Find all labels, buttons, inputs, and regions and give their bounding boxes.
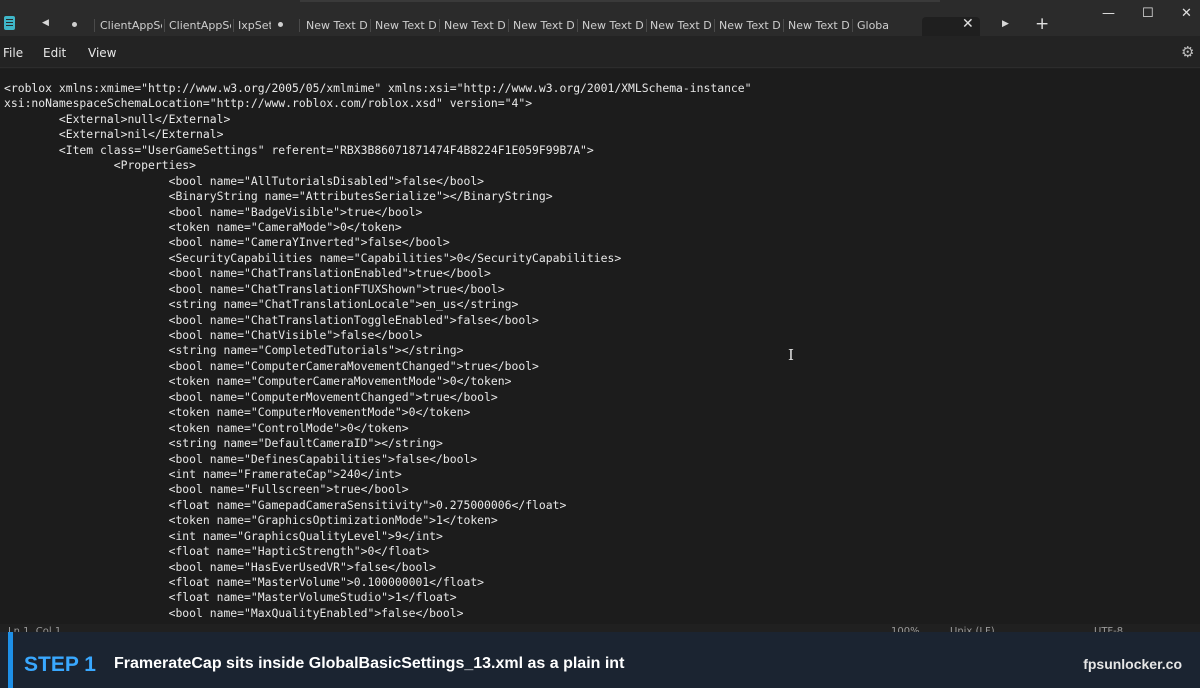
tab-clientappsettings-2[interactable]: ClientAppSe xyxy=(169,17,231,35)
maximize-icon[interactable]: ☐ xyxy=(1142,6,1154,22)
tab-new-text-document-9[interactable]: Globa xyxy=(857,17,919,35)
code-line[interactable]: <bool name="AllTutorialsDisabled">false<… xyxy=(4,174,752,189)
code-line[interactable]: <int name="GraphicsQualityLevel">9</int> xyxy=(4,529,752,544)
code-line[interactable]: <bool name="MaxQualityEnabled">false</bo… xyxy=(4,606,752,621)
code-line[interactable]: <bool name="ChatTranslationToggleEnabled… xyxy=(4,313,752,328)
caption-text: FramerateCap sits inside GlobalBasicSett… xyxy=(114,655,625,672)
notepad-app-icon xyxy=(4,16,15,30)
code-line[interactable]: <token name="ComputerMovementMode">0</to… xyxy=(4,405,752,420)
code-line[interactable]: <bool name="CameraYInverted">false</bool… xyxy=(4,235,752,250)
menu-bar: File Edit View xyxy=(0,36,1200,68)
code-line[interactable]: <token name="GraphicsOptimizationMode">1… xyxy=(4,513,752,528)
tab-new-text-document-6[interactable]: New Text Do xyxy=(650,17,712,35)
brand-label: fpsunlocker.co xyxy=(1083,656,1182,672)
text-cursor-icon: I xyxy=(788,346,794,364)
code-line[interactable]: <string name="ChatTranslationLocale">en_… xyxy=(4,297,752,312)
document-text[interactable]: <roblox xmlns:xmime="http://www.w3.org/2… xyxy=(4,81,752,621)
code-line[interactable]: <int name="FramerateCap">240</int> xyxy=(4,467,752,482)
gear-icon[interactable]: ⚙ xyxy=(1181,44,1194,60)
code-line[interactable]: <External>null</External> xyxy=(4,112,752,127)
code-line[interactable]: <float name="HapticStrength">0</float> xyxy=(4,544,752,559)
tab-unsaved-dot-icon xyxy=(278,22,283,27)
title-bar: ◀ ClientAppSe ClientAppSe IxpSett New Te… xyxy=(0,0,1200,36)
scroll-tabs-left-icon[interactable]: ◀ xyxy=(42,16,49,30)
tab-new-text-document-1[interactable]: New Text Do xyxy=(306,17,368,35)
code-line[interactable]: <bool name="ChatTranslationFTUXShown">tr… xyxy=(4,282,752,297)
code-line[interactable]: <Item class="UserGameSettings" referent=… xyxy=(4,143,752,158)
tab-separator xyxy=(233,19,234,32)
code-line[interactable]: <SecurityCapabilities name="Capabilities… xyxy=(4,251,752,266)
menu-view[interactable]: View xyxy=(88,45,116,61)
code-line[interactable]: <token name="ControlMode">0</token> xyxy=(4,421,752,436)
text-editor[interactable]: <roblox xmlns:xmime="http://www.w3.org/2… xyxy=(0,69,1200,624)
tab-new-text-document-2[interactable]: New Text Do xyxy=(375,17,437,35)
tab-ixpsettings[interactable]: IxpSett xyxy=(238,17,271,35)
tab-new-text-document-4[interactable]: New Text Do xyxy=(513,17,575,35)
tab-separator xyxy=(714,19,715,32)
code-line[interactable]: xsi:noNamespaceSchemaLocation="http://ww… xyxy=(4,96,752,111)
code-line[interactable]: <External>nil</External> xyxy=(4,127,752,142)
new-tab-button[interactable]: + xyxy=(1035,14,1049,34)
tab-separator xyxy=(439,19,440,32)
code-line[interactable]: <token name="CameraMode">0</token> xyxy=(4,220,752,235)
tab-new-text-document-8[interactable]: New Text Do xyxy=(788,17,850,35)
code-line[interactable]: <bool name="Fullscreen">true</bool> xyxy=(4,482,752,497)
code-line[interactable]: <string name="DefaultCameraID"></string> xyxy=(4,436,752,451)
code-line[interactable]: <bool name="ChatVisible">false</bool> xyxy=(4,328,752,343)
tab-clientappsettings-1[interactable]: ClientAppSe xyxy=(100,17,162,35)
tab-separator xyxy=(370,19,371,32)
minimize-icon[interactable]: — xyxy=(1102,6,1115,22)
code-line[interactable]: <bool name="BadgeVisible">true</bool> xyxy=(4,205,752,220)
title-bar-highlight xyxy=(300,0,940,2)
code-line[interactable]: <float name="MasterVolume">0.100000001</… xyxy=(4,575,752,590)
close-window-icon[interactable]: ✕ xyxy=(1181,6,1192,22)
code-line[interactable]: <float name="GamepadCameraSensitivity">0… xyxy=(4,498,752,513)
close-tab-icon[interactable]: ✕ xyxy=(962,15,974,33)
code-line[interactable]: <Properties> xyxy=(4,158,752,173)
caption-accent-bar xyxy=(8,632,13,688)
tab-new-text-document-7[interactable]: New Text Do xyxy=(719,17,781,35)
code-line[interactable]: <roblox xmlns:xmime="http://www.w3.org/2… xyxy=(4,81,752,96)
code-line[interactable]: <bool name="ComputerCameraMovementChange… xyxy=(4,359,752,374)
tab-new-text-document-3[interactable]: New Text Do xyxy=(444,17,506,35)
menu-edit[interactable]: Edit xyxy=(43,45,66,61)
step-label: STEP 1 xyxy=(24,653,96,676)
tab-separator xyxy=(852,19,853,32)
tab-separator xyxy=(646,19,647,32)
tab-separator xyxy=(577,19,578,32)
tab-separator xyxy=(299,19,300,32)
code-line[interactable]: <bool name="ComputerMovementChanged">tru… xyxy=(4,390,752,405)
menu-file[interactable]: File xyxy=(3,45,23,61)
scroll-tabs-right-icon[interactable]: ▶ xyxy=(1002,19,1009,29)
code-line[interactable]: <token name="ComputerCameraMovementMode"… xyxy=(4,374,752,389)
code-line[interactable]: <float name="MasterVolumeStudio">1</floa… xyxy=(4,590,752,605)
tab-separator xyxy=(164,19,165,32)
tab-separator xyxy=(508,19,509,32)
tab-separator xyxy=(94,19,95,32)
code-line[interactable]: <bool name="HasEverUsedVR">false</bool> xyxy=(4,560,752,575)
tab-new-text-document-5[interactable]: New Text Do xyxy=(582,17,644,35)
code-line[interactable]: <BinaryString name="AttributesSerialize"… xyxy=(4,189,752,204)
pinned-tab-dot-icon[interactable] xyxy=(72,22,77,27)
code-line[interactable]: <string name="CompletedTutorials"></stri… xyxy=(4,343,752,358)
code-line[interactable]: <bool name="ChatTranslationEnabled">true… xyxy=(4,266,752,281)
code-line[interactable]: <bool name="DefinesCapabilities">false</… xyxy=(4,452,752,467)
tab-separator xyxy=(783,19,784,32)
